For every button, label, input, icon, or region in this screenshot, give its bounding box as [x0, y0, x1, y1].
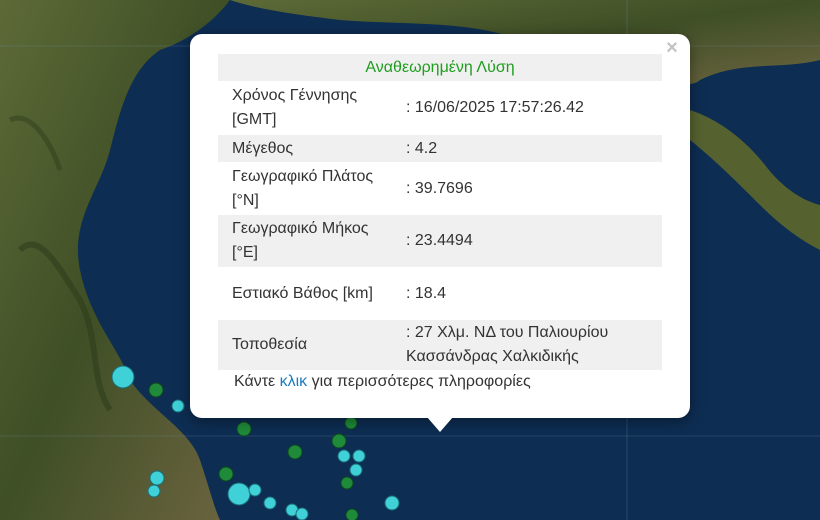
event-details-table: Αναθεωρημένη Λύση Χρόνος Γέννησης [GMT] … — [218, 54, 662, 370]
event-marker[interactable] — [287, 444, 303, 460]
value-origin-time: : 16/06/2025 17:57:26.42 — [406, 99, 584, 116]
row-location: Τοποθεσία : 27 Χλμ. ΝΔ του Παλιουρίου Κα… — [218, 320, 662, 370]
event-marker[interactable] — [227, 482, 251, 506]
value-latitude: : 39.7696 — [406, 179, 473, 197]
title-row: Αναθεωρημένη Λύση — [218, 54, 662, 81]
row-magnitude: Μέγεθος : 4.2 — [218, 135, 662, 162]
footer-prefix: Κάντε — [234, 373, 280, 390]
event-info-popup: × Αναθεωρημένη Λύση Χρόνος Γέννησης [GMT… — [190, 34, 690, 418]
value-magnitude: : 4.2 — [392, 135, 662, 162]
event-marker[interactable] — [171, 399, 185, 413]
label-magnitude: Μέγεθος — [218, 135, 392, 162]
footer-suffix: για περισσότερες πληροφορίες — [307, 373, 531, 390]
popup-tip — [427, 417, 453, 432]
event-marker[interactable] — [344, 416, 358, 430]
event-marker[interactable] — [337, 449, 351, 463]
label-depth: Εστιακό Βάθος [km] — [232, 284, 373, 302]
label-origin-time: Χρόνος Γέννησης [GMT] — [232, 87, 358, 128]
event-marker[interactable] — [349, 463, 363, 477]
label-longitude: Γεωγραφικό Μήκος [°E] — [218, 215, 392, 267]
popup-title: Αναθεωρημένη Λύση — [218, 54, 662, 81]
event-marker[interactable] — [149, 470, 165, 486]
label-location: Τοποθεσία — [218, 320, 392, 370]
event-marker[interactable] — [352, 449, 366, 463]
value-longitude: : 23.4494 — [392, 215, 662, 267]
row-longitude: Γεωγραφικό Μήκος [°E] : 23.4494 — [218, 215, 662, 267]
value-depth: : 18.4 — [406, 284, 447, 302]
popup-footer: Κάντε κλικ για περισσότερες πληροφορίες — [234, 373, 531, 391]
event-marker[interactable] — [248, 483, 262, 497]
event-marker[interactable] — [147, 484, 161, 498]
close-popup-button[interactable]: × — [662, 38, 682, 58]
row-origin-time: Χρόνος Γέννησης [GMT] : 16/06/2025 17:57… — [218, 81, 662, 135]
event-marker[interactable] — [340, 476, 354, 490]
event-marker[interactable] — [148, 382, 164, 398]
event-marker[interactable] — [218, 466, 234, 482]
event-marker[interactable] — [295, 507, 309, 520]
event-marker[interactable] — [111, 365, 135, 389]
value-location: : 27 Χλμ. ΝΔ του Παλιουρίου Κασσάνδρας Χ… — [392, 320, 662, 370]
event-marker[interactable] — [345, 508, 359, 520]
event-marker[interactable] — [263, 496, 277, 510]
event-marker[interactable] — [384, 495, 400, 511]
more-info-link[interactable]: κλικ — [280, 373, 308, 390]
event-marker[interactable] — [331, 433, 347, 449]
row-depth: Εστιακό Βάθος [km] : 18.4 — [218, 267, 662, 320]
event-marker[interactable] — [236, 421, 252, 437]
label-latitude: Γεωγραφικό Πλάτος [°N] — [232, 167, 374, 209]
row-latitude: Γεωγραφικό Πλάτος [°N] : 39.7696 — [218, 162, 662, 215]
